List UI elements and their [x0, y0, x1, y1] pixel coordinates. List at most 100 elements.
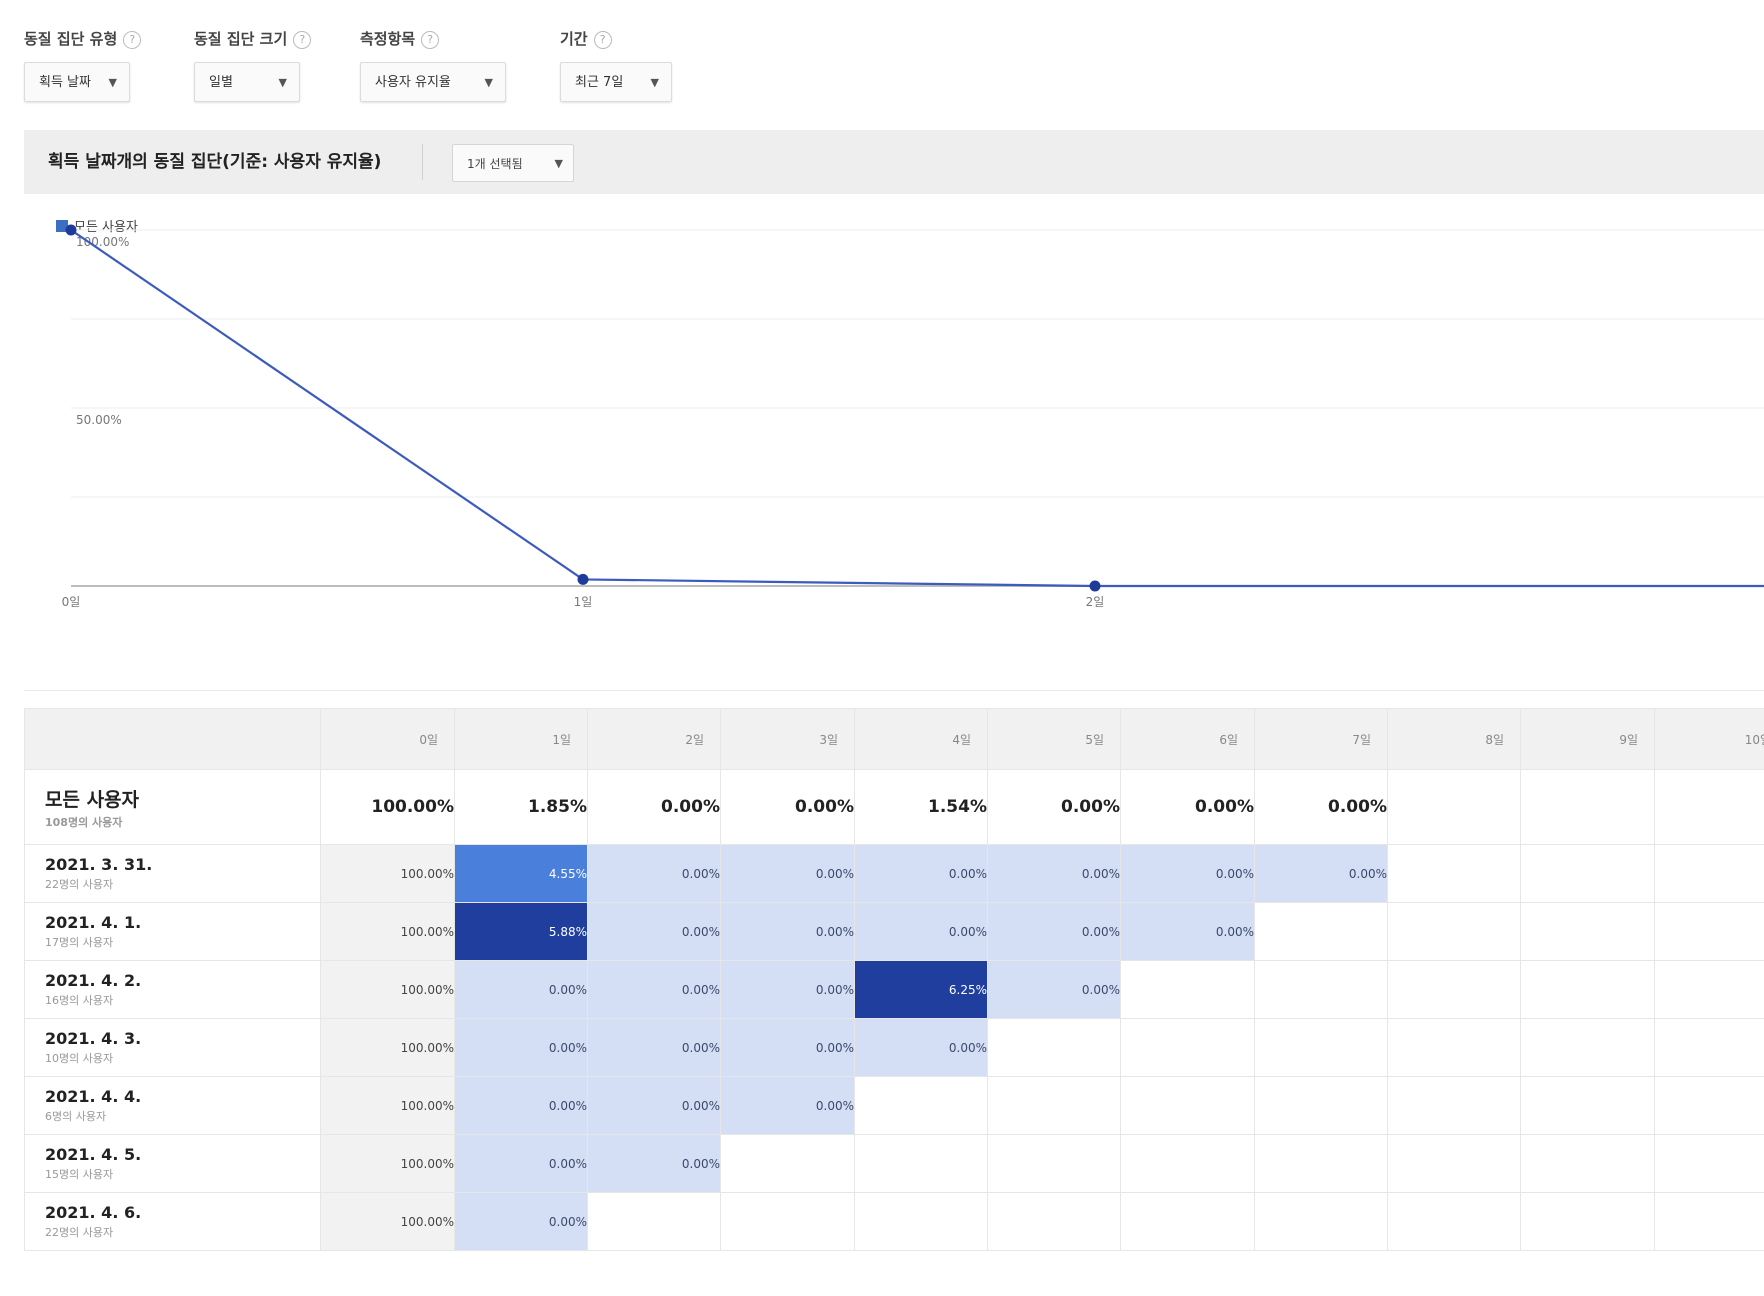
- retention-cell: [1254, 1018, 1388, 1077]
- table-header-row: 0일1일2일3일4일5일6일7일8일9일10일: [24, 708, 1764, 770]
- retention-cell: [1520, 1192, 1655, 1251]
- summary-cell: 0.00%: [1254, 769, 1388, 845]
- row-label: 2021. 4. 4. 6명의 사용자: [24, 1076, 321, 1135]
- help-icon[interactable]: ?: [293, 30, 312, 49]
- summary-cell: 1.85%: [454, 769, 588, 845]
- summary-cell: 100.00%: [320, 769, 455, 845]
- retention-cell: [720, 1192, 855, 1251]
- retention-cell: 0.00%: [587, 902, 721, 961]
- retention-cell: [720, 1134, 855, 1193]
- summary-cell: [1387, 769, 1521, 845]
- retention-cell: 0.00%: [987, 844, 1121, 903]
- retention-cell: 100.00%: [320, 844, 455, 903]
- data-point: [577, 573, 589, 585]
- date-range-dropdown[interactable]: 최근 7일 ▼: [560, 62, 672, 102]
- retention-cell: [1387, 844, 1521, 903]
- cohort-user-count: 10명의 사용자: [45, 1052, 114, 1065]
- retention-cell: 0.00%: [454, 1134, 588, 1193]
- dropdown-value: 일별: [209, 75, 233, 90]
- cohort-size-dropdown[interactable]: 일별 ▼: [194, 62, 300, 102]
- retention-cell: [854, 1134, 988, 1193]
- retention-cell: 0.00%: [854, 1018, 988, 1077]
- cohort-name: 2021. 4. 5.: [45, 1145, 142, 1164]
- retention-cell: 0.00%: [720, 1018, 855, 1077]
- retention-cell: [1654, 1018, 1764, 1077]
- retention-cell: [1654, 1134, 1764, 1193]
- y-tick-label: 100.00%: [76, 235, 129, 249]
- x-tick-label: 0일: [62, 595, 81, 609]
- retention-cell: 0.00%: [454, 1018, 588, 1077]
- help-icon[interactable]: ?: [421, 30, 440, 49]
- table-row: 2021. 4. 2. 16명의 사용자 100.00% 0.00% 0.00% 0.00…: [24, 960, 1764, 1019]
- filter-cohort-type: 동질 집단 유형? 획득 날짜 ▼: [24, 28, 142, 102]
- retention-cell: [587, 1192, 721, 1251]
- retention-cell: 0.00%: [720, 902, 855, 961]
- table-row: 2021. 3. 31. 22명의 사용자 100.00% 4.55% 0.00% 0.0…: [24, 844, 1764, 903]
- column-header: 3일: [720, 708, 855, 770]
- cohort-name: 2021. 4. 3.: [45, 1029, 142, 1048]
- help-icon[interactable]: ?: [123, 30, 142, 49]
- chevron-down-icon: ▼: [108, 76, 117, 89]
- dropdown-value: 최근 7일: [575, 75, 624, 90]
- table-row: 2021. 4. 4. 6명의 사용자 100.00% 0.00% 0.00% 0.00%: [24, 1076, 1764, 1135]
- cohort-user-count: 6명의 사용자: [45, 1110, 107, 1123]
- filter-label: 동질 집단 크기: [194, 30, 288, 48]
- dropdown-value: 1개 선택됨: [467, 157, 523, 171]
- summary-cell: [1654, 769, 1764, 845]
- data-point: [65, 224, 77, 236]
- retention-cell: 100.00%: [320, 1192, 455, 1251]
- help-icon[interactable]: ?: [593, 30, 612, 49]
- dropdown-value: 사용자 유지율: [375, 75, 451, 90]
- cohort-name: 2021. 4. 6.: [45, 1203, 142, 1222]
- retention-cell: 0.00%: [454, 960, 588, 1019]
- retention-cell: 0.00%: [720, 1076, 855, 1135]
- filter-date-range: 기간? 최근 7일 ▼: [560, 28, 672, 102]
- retention-cell: 0.00%: [987, 960, 1121, 1019]
- filter-label: 기간: [560, 30, 588, 48]
- card-header: 획득 날짜개의 동질 집단(기준: 사용자 유지율) 1개 선택됨 ▼: [24, 130, 1764, 195]
- dropdown-value: 획득 날짜: [39, 75, 91, 90]
- cohort-user-count: 108명의 사용자: [45, 815, 123, 829]
- retention-cell: 100.00%: [320, 1076, 455, 1135]
- header-corner: [24, 708, 321, 770]
- retention-cell: [1520, 1076, 1655, 1135]
- retention-cell: [1654, 1076, 1764, 1135]
- retention-cell: 0.00%: [854, 902, 988, 961]
- retention-cell: [1520, 902, 1655, 961]
- cohort-name: 모든 사용자: [45, 788, 140, 811]
- table-row: 2021. 4. 6. 22명의 사용자 100.00% 0.00%: [24, 1192, 1764, 1251]
- row-label: 모든 사용자 108명의 사용자: [24, 769, 321, 845]
- retention-cell: [1120, 1134, 1255, 1193]
- column-header: 1일: [454, 708, 588, 770]
- retention-cell: [987, 1076, 1121, 1135]
- summary-cell: 0.00%: [587, 769, 721, 845]
- cohort-user-count: 16명의 사용자: [45, 994, 114, 1007]
- cohort-user-count: 17명의 사용자: [45, 936, 114, 949]
- cohort-name: 2021. 4. 2.: [45, 971, 142, 990]
- column-header: 6일: [1120, 708, 1255, 770]
- cohort-user-count: 15명의 사용자: [45, 1168, 114, 1181]
- retention-cell: [1120, 1192, 1255, 1251]
- retention-cell: [1520, 844, 1655, 903]
- cohort-table: 0일1일2일3일4일5일6일7일8일9일10일 모든 사용자 108명의 사용자 1…: [24, 708, 1764, 1251]
- retention-cell: [1387, 1018, 1521, 1077]
- retention-cell: [1520, 1134, 1655, 1193]
- table-row: 2021. 4. 5. 15명의 사용자 100.00% 0.00% 0.00%: [24, 1134, 1764, 1193]
- column-header: 9일: [1520, 708, 1655, 770]
- retention-cell: [1120, 1076, 1255, 1135]
- summary-cell: 0.00%: [987, 769, 1121, 845]
- filter-metric: 측정항목? 사용자 유지율 ▼: [360, 28, 506, 102]
- retention-cell: 0.00%: [854, 844, 988, 903]
- series-select-dropdown[interactable]: 1개 선택됨 ▼: [452, 144, 574, 182]
- metric-dropdown[interactable]: 사용자 유지율 ▼: [360, 62, 506, 102]
- row-label: 2021. 4. 2. 16명의 사용자: [24, 960, 321, 1019]
- x-tick-label: 2일: [1086, 595, 1105, 609]
- retention-cell: 0.00%: [1254, 844, 1388, 903]
- retention-cell: 0.00%: [587, 960, 721, 1019]
- retention-cell: [854, 1076, 988, 1135]
- row-label: 2021. 4. 6. 22명의 사용자: [24, 1192, 321, 1251]
- row-label: 2021. 4. 1. 17명의 사용자: [24, 902, 321, 961]
- table-row: 2021. 4. 1. 17명의 사용자 100.00% 5.88% 0.00% 0.00…: [24, 902, 1764, 961]
- cohort-type-dropdown[interactable]: 획득 날짜 ▼: [24, 62, 130, 102]
- retention-cell: 0.00%: [720, 960, 855, 1019]
